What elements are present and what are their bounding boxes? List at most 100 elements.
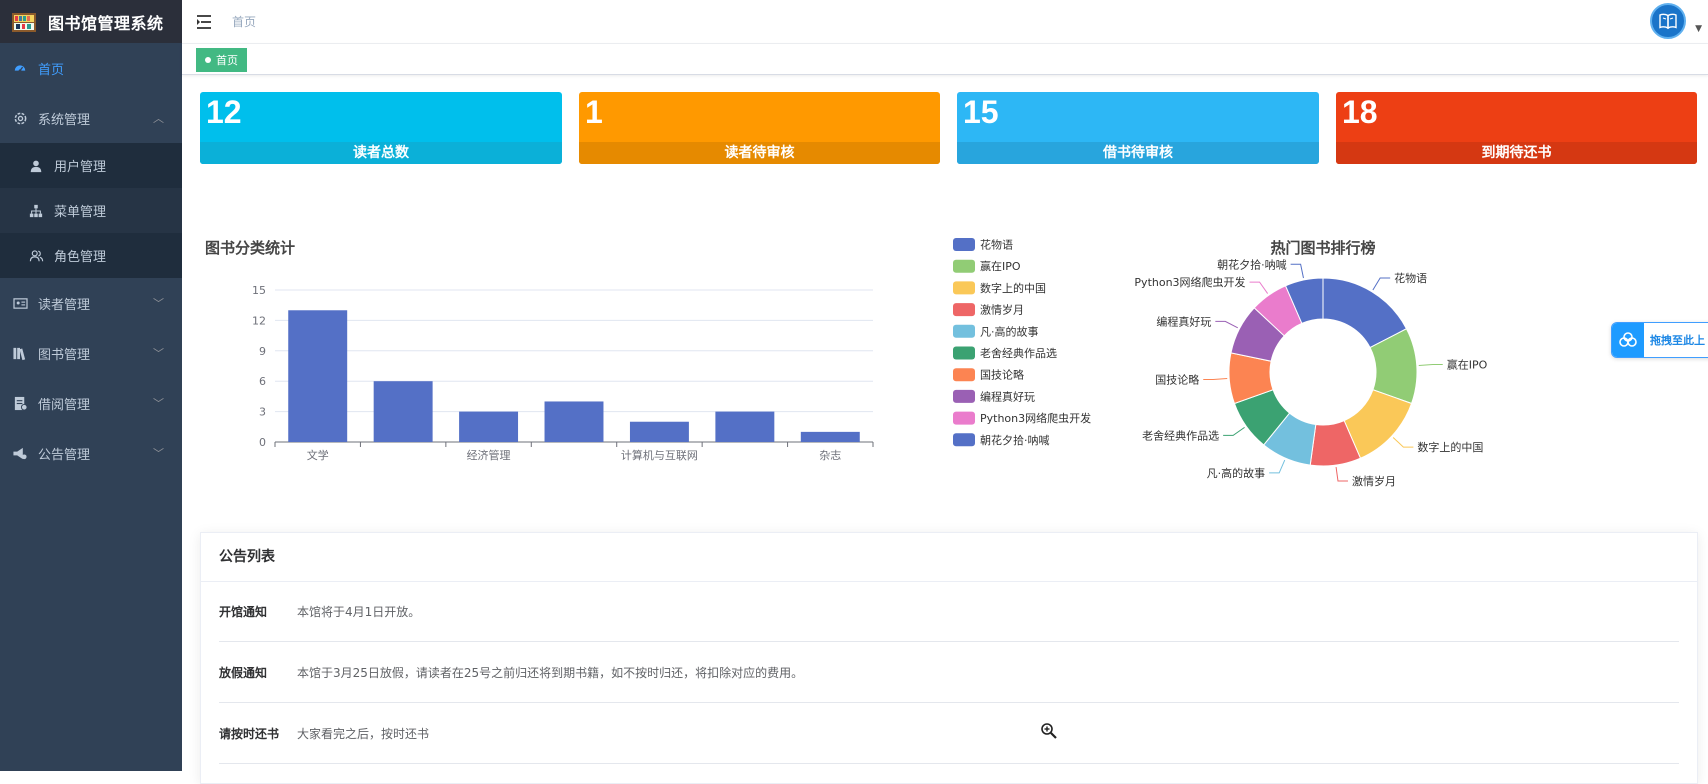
legend-swatch xyxy=(953,259,975,273)
legend-swatch xyxy=(953,433,975,447)
notice-content: 大家看完之后，按时还书 xyxy=(297,726,430,741)
label-line xyxy=(1223,426,1245,436)
sidebar-item-menus[interactable]: 菜单管理 xyxy=(0,188,182,233)
zoom-in-cursor-icon xyxy=(1040,722,1058,744)
bar xyxy=(629,421,689,442)
notice-row[interactable]: 请按时还书 大家看完之后，按时还书 xyxy=(219,703,1679,764)
avatar[interactable] xyxy=(1650,3,1686,39)
chevron-down-icon: ﹀ xyxy=(153,347,164,360)
legend-swatch xyxy=(953,411,975,425)
slice-label: 花物语 xyxy=(1394,271,1427,285)
sidebar-item-users[interactable]: 用户管理 xyxy=(0,143,182,188)
sidebar-item-borrow[interactable]: 借阅管理 ﹀ xyxy=(0,378,182,428)
hot-books-pie-chart: 花物语赢在IPO数字上的中国激情岁月凡·高的故事老舍经典作品选国技论略编程真好玩… xyxy=(953,238,1488,488)
bar xyxy=(459,411,519,442)
y-tick-label: 12 xyxy=(252,314,266,327)
active-dot-icon xyxy=(205,57,211,63)
stat-value: 15 xyxy=(963,94,999,130)
label-line xyxy=(1290,263,1304,279)
cloud-icon xyxy=(1612,323,1644,357)
sidebar-item-label: 图书管理 xyxy=(38,347,91,363)
y-tick-label: 3 xyxy=(259,406,266,419)
stat-card-reader-pending[interactable]: 1 读者待审核 xyxy=(579,92,940,164)
sidebar-item-notices[interactable]: 公告管理 ﹀ xyxy=(0,428,182,478)
label-line xyxy=(1203,378,1228,381)
slice-label: 数字上的中国 xyxy=(1417,440,1483,454)
legend-swatch xyxy=(953,281,975,295)
notice-content: 本馆于3月25日放假，请读者在25号之前归还将到期书籍，如不按时归还，将扣除对应… xyxy=(297,665,804,680)
legend-swatch xyxy=(953,389,975,403)
drag-upload-hint[interactable]: 拖拽至此上 xyxy=(1611,322,1708,358)
notice-title: 请按时还书 xyxy=(219,726,280,741)
bar xyxy=(800,431,860,442)
bar xyxy=(288,310,348,442)
sidebar-item-system[interactable]: 系统管理 ︿ xyxy=(0,93,182,143)
slice-label: 老舍经典作品选 xyxy=(1142,428,1219,442)
books-icon xyxy=(12,345,28,361)
chevron-up-icon: ︿ xyxy=(153,112,164,125)
x-tick-label: 计算机与互联网 xyxy=(621,448,698,462)
bar xyxy=(715,411,775,442)
tags-view: 首页 xyxy=(182,44,1708,75)
chevron-down-icon: ﹀ xyxy=(153,447,164,460)
legend-label: 赢在IPO xyxy=(980,259,1021,273)
label-line xyxy=(1392,437,1414,448)
slice-label: 凡·高的故事 xyxy=(1207,466,1266,480)
app-title: 图书馆管理系统 xyxy=(48,13,164,33)
sidebar-item-label: 用户管理 xyxy=(54,160,107,175)
sidebar-item-label: 系统管理 xyxy=(38,112,91,128)
slice-label: 编程真好玩 xyxy=(1156,314,1211,328)
stat-card-borrow-pending[interactable]: 15 借书待审核 xyxy=(957,92,1319,164)
notice-title: 开馆通知 xyxy=(219,604,268,619)
sidebar-item-label: 菜单管理 xyxy=(54,205,107,220)
chart-title: 图书分类统计 xyxy=(205,239,295,257)
x-tick-label: 杂志 xyxy=(819,449,841,462)
legend-swatch xyxy=(953,324,975,338)
legend-swatch xyxy=(953,238,975,251)
stat-card-readers[interactable]: 12 读者总数 xyxy=(200,92,562,164)
legend-label: Python3网络爬虫开发 xyxy=(980,411,1091,425)
bar xyxy=(544,401,604,442)
label-line xyxy=(1249,281,1269,294)
legend-swatch xyxy=(953,368,975,382)
breadcrumb[interactable]: 首页 xyxy=(232,13,256,30)
notice-row[interactable]: 开馆通知 本馆将于4月1日开放。 xyxy=(219,581,1679,642)
notice-list-title: 公告列表 xyxy=(201,533,1697,582)
logo-bar: 图书馆管理系统 xyxy=(0,0,182,43)
sidebar-item-roles[interactable]: 角色管理 xyxy=(0,233,182,278)
notice-row[interactable]: 放假通知 本馆于3月25日放假，请读者在25号之前归还将到期书籍，如不按时归还，… xyxy=(219,642,1679,703)
legend-label: 凡·高的故事 xyxy=(980,324,1039,338)
book-avatar-icon xyxy=(1659,13,1677,30)
label-line xyxy=(1372,277,1391,291)
stat-value: 12 xyxy=(206,94,242,130)
label-line xyxy=(1335,467,1348,482)
user-icon xyxy=(28,158,44,174)
legend-label: 花物语 xyxy=(980,238,1013,252)
x-tick-label: 文学 xyxy=(307,448,329,462)
notice-list-card: 公告列表 开馆通知 本馆将于4月1日开放。 放假通知 本馆于3月25日放假，请读… xyxy=(200,532,1698,784)
y-tick-label: 15 xyxy=(252,284,266,297)
y-tick-label: 0 xyxy=(259,436,266,449)
chevron-down-icon: ﹀ xyxy=(153,297,164,310)
x-tick-label: 经济管理 xyxy=(467,448,511,462)
tree-icon xyxy=(28,203,44,219)
stat-card-due-return[interactable]: 18 到期待还书 xyxy=(1336,92,1697,164)
slice-label: 激情岁月 xyxy=(1352,474,1396,488)
caret-down-icon[interactable]: ▼ xyxy=(1695,24,1702,34)
logo-icon xyxy=(10,10,38,34)
tag-home[interactable]: 首页 xyxy=(196,48,247,72)
y-tick-label: 9 xyxy=(259,345,266,358)
label-line xyxy=(1269,459,1286,474)
chevron-down-icon: ﹀ xyxy=(153,397,164,410)
sidebar-item-home[interactable]: 首页 xyxy=(0,43,182,93)
tag-label: 首页 xyxy=(216,54,238,67)
legend-swatch xyxy=(953,346,975,360)
hamburger-icon[interactable] xyxy=(196,14,216,30)
legend-label: 老舍经典作品选 xyxy=(980,346,1057,360)
sidebar-item-books[interactable]: 图书管理 ﹀ xyxy=(0,328,182,378)
label-line xyxy=(1215,320,1238,329)
navbar: 首页 ▼ xyxy=(182,0,1708,44)
sidebar-item-readers[interactable]: 读者管理 ﹀ xyxy=(0,278,182,328)
document-icon xyxy=(12,395,28,411)
y-tick-label: 6 xyxy=(259,375,266,388)
